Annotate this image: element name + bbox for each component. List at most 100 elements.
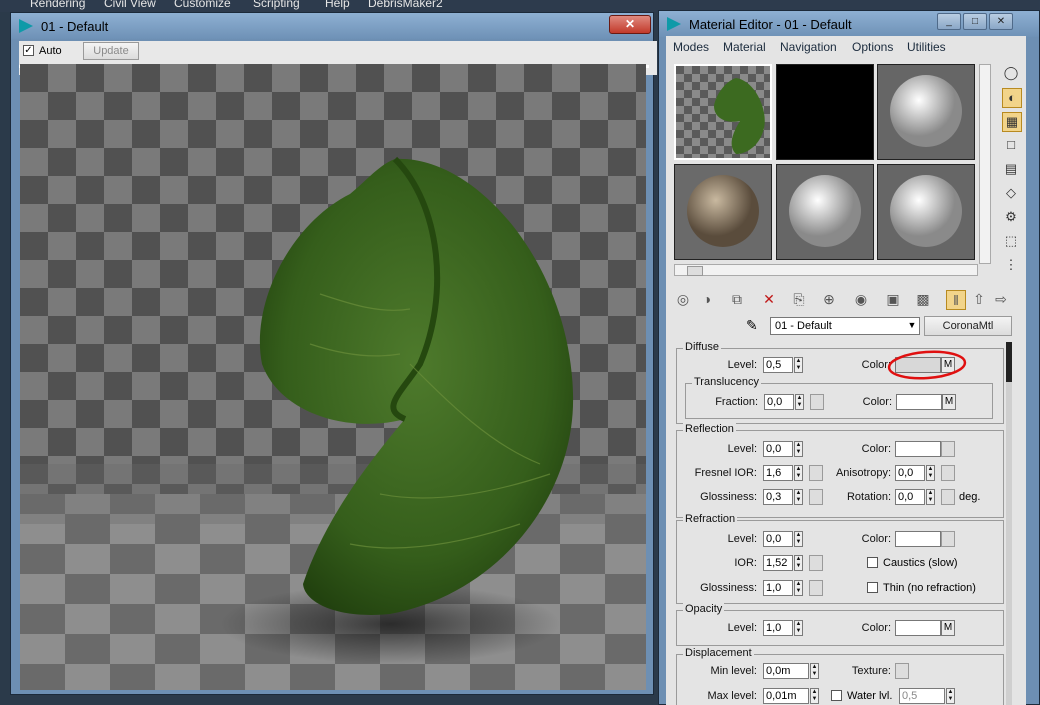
diffuse-level-input[interactable]: 0,5 (763, 357, 793, 373)
uv-tiling-icon[interactable]: □ (1002, 136, 1020, 154)
assign-to-selection-icon[interactable]: ⧉ (728, 290, 746, 308)
refraction-glossiness-map-button[interactable] (809, 580, 823, 596)
rotation-spinner[interactable]: ▲ ▼ (926, 489, 935, 505)
min-level-label: Min level: (710, 665, 757, 677)
ior-spinner[interactable]: ▲ ▼ (794, 555, 803, 571)
make-unique-icon[interactable]: ⊕ (820, 290, 838, 308)
fraction-spinner[interactable]: ▲ ▼ (795, 394, 804, 410)
sample-slot-2[interactable] (776, 64, 874, 160)
close-button[interactable]: ✕ (609, 15, 651, 34)
eyedropper-icon[interactable]: ✎ (746, 317, 758, 334)
refraction-glossiness-spinner[interactable]: ▲ ▼ (794, 580, 803, 596)
chevron-down-icon[interactable]: ▼ (906, 318, 918, 332)
opacity-map-button[interactable]: M (941, 620, 955, 636)
sample-slots-scrollbar[interactable] (674, 264, 978, 276)
refraction-level-input[interactable]: 0,0 (763, 531, 793, 547)
menu-customize[interactable]: Customize (174, 0, 231, 10)
fresnel-ior-input[interactable]: 1,6 (763, 465, 793, 481)
min-level-spinner[interactable]: ▲ ▼ (810, 663, 819, 679)
rotation-input[interactable]: 0,0 (895, 489, 925, 505)
backlight-icon[interactable]: ◐ (1002, 88, 1022, 108)
show-map-icon[interactable]: ▩ (914, 290, 932, 308)
caustics-checkbox[interactable] (867, 557, 878, 568)
copy-material-icon[interactable]: ⎘ (790, 290, 808, 308)
put-to-scene-icon[interactable]: ◑ (698, 290, 716, 308)
menu-utilities[interactable]: Utilities (907, 40, 946, 54)
reflection-color-label: Color: (861, 443, 891, 455)
material-type-button[interactable]: CoronaMtl (924, 316, 1012, 336)
refraction-level-spinner[interactable]: ▲ ▼ (794, 531, 803, 547)
material-id-channel-icon[interactable]: ▣ (884, 290, 902, 308)
fresnel-ior-spinner[interactable]: ▲ ▼ (794, 465, 803, 481)
max-level-input[interactable]: 0,01m (763, 688, 809, 704)
ior-input[interactable]: 1,52 (763, 555, 793, 571)
scroll-thumb[interactable] (687, 266, 703, 276)
texture-map-button[interactable] (895, 663, 909, 679)
sample-slot-3[interactable] (877, 64, 975, 160)
parameters-scrollbar[interactable] (1006, 342, 1012, 705)
make-preview-icon[interactable]: ◇ (1002, 184, 1020, 202)
anisotropy-spinner[interactable]: ▲ ▼ (926, 465, 935, 481)
diffuse-level-spinner[interactable]: ▲ ▼ (794, 357, 803, 373)
slots-vertical-scrollbar[interactable] (979, 64, 991, 264)
opacity-level-spinner[interactable]: ▲ ▼ (794, 620, 803, 636)
options-icon[interactable]: ⚙ (1002, 208, 1020, 226)
menu-rendering[interactable]: Rendering (30, 0, 85, 10)
sample-type-sphere-icon[interactable]: ◯ (1002, 64, 1020, 82)
reset-map-icon[interactable]: ✕ (760, 290, 778, 308)
refraction-glossiness-input[interactable]: 1,0 (763, 580, 793, 596)
material-map-navigator-icon[interactable]: ⋮ (1002, 256, 1020, 274)
background-checker-icon[interactable]: ▦ (1002, 112, 1022, 132)
parameters-scroll-thumb[interactable] (1006, 342, 1012, 382)
sample-slot-4[interactable] (674, 164, 772, 260)
max-level-spinner[interactable]: ▲ ▼ (810, 688, 819, 704)
menu-material[interactable]: Material (723, 40, 766, 54)
go-forward-sibling-icon[interactable]: ⇨ (992, 290, 1010, 308)
fraction-map-button[interactable] (810, 394, 824, 410)
go-to-parent-icon[interactable]: ⇧ (970, 290, 988, 308)
show-end-result-icon[interactable]: ‖ (946, 290, 966, 310)
reflection-glossiness-input[interactable]: 0,3 (763, 489, 793, 505)
reflection-glossiness-spinner[interactable]: ▲ ▼ (794, 489, 803, 505)
fraction-input[interactable]: 0,0 (764, 394, 794, 410)
translucency-map-button[interactable]: M (942, 394, 956, 410)
water-level-input[interactable]: 0,5 (899, 688, 945, 704)
menu-navigation[interactable]: Navigation (780, 40, 837, 54)
refraction-title: Refraction (683, 513, 738, 525)
reflection-map-button[interactable] (941, 441, 955, 457)
reflection-level-spinner[interactable]: ▲ ▼ (794, 441, 803, 457)
sample-slot-6[interactable] (877, 164, 975, 260)
menu-debrismaker[interactable]: DebrisMaker2 (368, 0, 443, 10)
water-level-spinner[interactable]: ▲ ▼ (946, 688, 955, 704)
get-material-icon[interactable]: ◎ (674, 290, 692, 308)
min-level-input[interactable]: 0,0m (763, 663, 809, 679)
put-to-library-icon[interactable]: ◉ (852, 290, 870, 308)
reflection-color-swatch[interactable] (895, 441, 941, 457)
displacement-group: Displacement Min level: 0,0m ▲ ▼ Texture:… (676, 647, 1004, 705)
opacity-color-swatch[interactable] (895, 620, 941, 636)
translucency-color-swatch[interactable] (896, 394, 942, 410)
ior-map-button[interactable] (809, 555, 823, 571)
material-name-field[interactable]: 01 - Default (770, 317, 920, 335)
sample-slot-5[interactable] (776, 164, 874, 260)
refraction-map-button[interactable] (941, 531, 955, 547)
menu-scripting[interactable]: Scripting (253, 0, 300, 10)
reflection-level-input[interactable]: 0,0 (763, 441, 793, 457)
anisotropy-input[interactable]: 0,0 (895, 465, 925, 481)
menu-civil-view[interactable]: Civil View (104, 0, 156, 10)
rotation-map-button[interactable] (941, 489, 955, 505)
select-by-material-icon[interactable]: ⬚ (1002, 232, 1020, 250)
refraction-color-swatch[interactable] (895, 531, 941, 547)
auto-checkbox[interactable]: ✓ (23, 45, 34, 56)
anisotropy-map-button[interactable] (941, 465, 955, 481)
update-button[interactable]: Update (83, 42, 139, 60)
menu-modes[interactable]: Modes (673, 40, 709, 54)
menu-options[interactable]: Options (852, 40, 893, 54)
thin-checkbox[interactable] (867, 582, 878, 593)
opacity-level-input[interactable]: 1,0 (763, 620, 793, 636)
translucency-color-label: Color: (862, 396, 892, 408)
menu-help[interactable]: Help (325, 0, 350, 10)
sample-slot-1[interactable] (674, 64, 772, 160)
video-color-check-icon[interactable]: ▤ (1002, 160, 1020, 178)
water-level-checkbox[interactable] (831, 690, 842, 701)
